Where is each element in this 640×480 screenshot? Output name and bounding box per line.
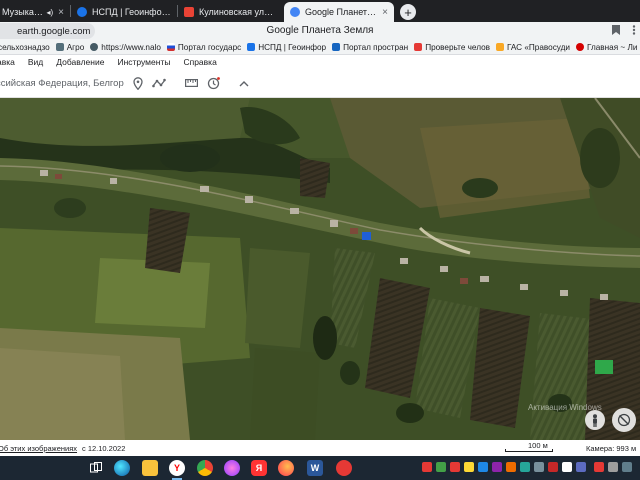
tab-google-earth[interactable]: Google Планета Земля × xyxy=(284,2,394,22)
menu-add[interactable]: Добавление xyxy=(56,57,104,67)
tray-app-icon[interactable] xyxy=(622,462,632,472)
bookmark-label: https://www.nalo xyxy=(101,42,161,52)
edge-icon[interactable] xyxy=(114,460,130,476)
app-icon[interactable] xyxy=(224,460,240,476)
close-icon[interactable]: × xyxy=(58,7,64,18)
bookmark-item[interactable]: НСПД | Геоинфор xyxy=(247,43,326,52)
tray-app-icon[interactable] xyxy=(492,462,502,472)
tab-music[interactable]: Музыка — с ◂) × xyxy=(0,2,70,22)
file-explorer-icon[interactable] xyxy=(142,460,158,476)
tab-strip: Музыка — с ◂) × НСПД | Геоинформацио Кул… xyxy=(0,0,640,22)
yandex-browser-icon[interactable]: Y xyxy=(169,460,185,480)
opera-icon xyxy=(575,43,584,51)
bookmarks-bar: сельхознадзо Агро https://www.nalo Порта… xyxy=(0,40,640,55)
bookmark-item[interactable]: Агро xyxy=(55,42,85,52)
satellite-map[interactable]: Активация Windows xyxy=(0,98,640,440)
collapse-icon[interactable] xyxy=(237,76,251,90)
bookmark-star-icon[interactable] xyxy=(612,25,620,38)
compass-icon[interactable] xyxy=(612,408,636,432)
word-icon[interactable]: W xyxy=(307,460,323,476)
bookmark-item[interactable]: Проверьте челов xyxy=(414,43,490,52)
bookmark-label: Портал государс xyxy=(177,42,242,52)
address-icons xyxy=(612,25,636,38)
bookmark-label: ГАС «Правосуди xyxy=(506,42,570,52)
tab-title: Кулиновская улица, 36 xyxy=(199,7,278,17)
emblem-icon xyxy=(495,43,504,51)
imagery-date: с 12.10.2022 xyxy=(82,444,126,453)
imagery-attribution-link[interactable]: Об этих изображениях xyxy=(0,444,77,453)
tray-app-icon[interactable] xyxy=(520,462,530,472)
place-pin-icon[interactable] xyxy=(131,76,145,90)
path-icon[interactable] xyxy=(152,76,166,90)
app-red-icon[interactable] xyxy=(336,460,352,476)
earth-menu-bar: авка Вид Добавление Инструменты Справка xyxy=(0,55,640,68)
bookmark-label: сельхознадзо xyxy=(0,42,50,52)
task-view-icon[interactable] xyxy=(88,460,104,476)
menu-tools[interactable]: Инструменты xyxy=(117,57,170,67)
yandex-icon[interactable]: Я xyxy=(251,460,267,476)
tray-app-icon[interactable] xyxy=(576,462,586,472)
globe-icon xyxy=(90,43,99,51)
bookmark-item[interactable]: ГАС «Правосуди xyxy=(495,42,570,52)
tab-title: Музыка — с xyxy=(2,7,43,17)
tray-app-icon[interactable] xyxy=(464,462,474,472)
close-icon[interactable]: × xyxy=(382,7,388,18)
ruler-icon[interactable] xyxy=(184,76,198,90)
address-row: earth.google.com Google Планета Земля xyxy=(0,22,640,40)
tray-app-icon[interactable] xyxy=(450,462,460,472)
tray-app-icon[interactable] xyxy=(478,462,488,472)
chrome-icon[interactable] xyxy=(197,460,213,476)
flag-icon xyxy=(166,43,175,51)
bookmark-item[interactable]: сельхознадзо xyxy=(0,43,50,52)
bookmark-label: НСПД | Геоинфор xyxy=(258,42,327,52)
tab-title: НСПД | Геоинформацио xyxy=(92,7,171,17)
tab-kulinovskaya[interactable]: Кулиновская улица, 36 xyxy=(178,2,284,22)
tray-app-icon[interactable] xyxy=(436,462,446,472)
windows-taskbar: Y Я W xyxy=(0,456,640,480)
audio-icon[interactable]: ◂) xyxy=(46,8,53,17)
tray-app-icon[interactable] xyxy=(548,462,558,472)
search-input[interactable] xyxy=(0,75,124,91)
bookmark-item[interactable]: https://www.nalo xyxy=(90,43,161,52)
tray-app-icon[interactable] xyxy=(594,462,604,472)
puzzle-icon xyxy=(414,43,423,51)
page-title: Google Планета Земля xyxy=(266,25,374,36)
tray-app-icon[interactable] xyxy=(534,462,544,472)
street-view-pegman-icon[interactable] xyxy=(585,410,605,430)
menu-icon[interactable] xyxy=(632,25,636,38)
google-earth-favicon-icon xyxy=(290,7,300,17)
nspd-favicon-icon xyxy=(77,7,87,17)
bookmark-label: Главная ~ Ли xyxy=(586,42,638,52)
menu-view[interactable]: Вид xyxy=(28,57,43,67)
tray-app-icon[interactable] xyxy=(562,462,572,472)
bookmark-item[interactable]: Портал государс xyxy=(166,42,242,52)
tray-app-icon[interactable] xyxy=(608,462,618,472)
camera-altitude: Камера: 993 м xyxy=(586,444,637,453)
historical-imagery-icon[interactable] xyxy=(206,76,220,90)
bookmark-item[interactable]: Портал простран xyxy=(332,43,408,52)
bookmark-label: Проверьте челов xyxy=(425,42,490,52)
tray-app-icon[interactable] xyxy=(422,462,432,472)
earth-toolbar xyxy=(0,68,640,98)
folder-icon xyxy=(55,43,64,51)
menu-help[interactable]: Справка xyxy=(183,57,216,67)
map-status-bar: Об этих изображениях с 12.10.2022 100 м … xyxy=(0,440,640,456)
scale-bar xyxy=(505,449,553,452)
realty-favicon-icon xyxy=(184,7,194,17)
bookmark-item[interactable]: Главная ~ Ли xyxy=(575,42,638,52)
portal-icon xyxy=(332,43,341,51)
menu-file[interactable]: авка xyxy=(0,57,15,67)
bookmark-label: Портал простран xyxy=(343,42,409,52)
satellite-imagery xyxy=(0,98,640,440)
firefox-icon[interactable] xyxy=(278,460,294,476)
tab-title: Google Планета Земля xyxy=(305,7,377,17)
new-tab-button[interactable]: + xyxy=(400,4,416,20)
tray-app-icon[interactable] xyxy=(506,462,516,472)
nspd-icon xyxy=(247,43,256,51)
bookmark-label: Агро xyxy=(66,42,85,52)
tab-nspd[interactable]: НСПД | Геоинформацио xyxy=(71,2,177,22)
